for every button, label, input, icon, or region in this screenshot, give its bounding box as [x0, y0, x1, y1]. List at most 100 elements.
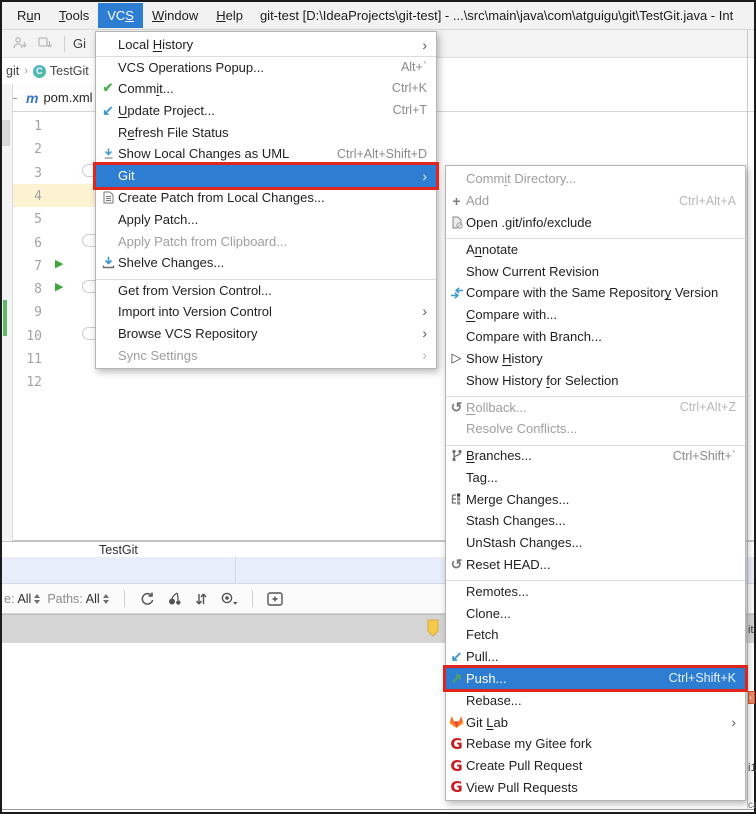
menu-item-shelve-changes[interactable]: Shelve Changes...	[96, 252, 436, 274]
menu-item-apply-patch-from-clipboard[interactable]: Apply Patch from Clipboard...	[96, 230, 436, 252]
menu-item-merge-changes[interactable]: Merge Changes...	[446, 488, 745, 510]
menu-item-label: Push...	[466, 671, 506, 686]
menu-item-push[interactable]: ↗Push...Ctrl+Shift+K	[446, 668, 745, 690]
menu-item-show-history-for-selection[interactable]: Show History for Selection	[446, 369, 745, 391]
menu-item-view-pull-requests[interactable]: GView Pull Requests	[446, 777, 745, 799]
sort-icon[interactable]	[195, 592, 207, 606]
menu-item-label: Show Local Changes as UML	[118, 146, 289, 161]
line-number: 10	[26, 325, 42, 348]
menu-item-show-history[interactable]: ▷︎Show History	[446, 347, 745, 369]
menu-item-annotate[interactable]: Annotate	[446, 238, 745, 260]
cherry-pick-icon[interactable]	[167, 592, 183, 606]
menu-item-rollback[interactable]: ↺Rollback...Ctrl+Alt+Z	[446, 396, 745, 418]
menu-item-reset-head[interactable]: ↺Reset HEAD...	[446, 554, 745, 576]
spinner-arrows-icon[interactable]	[103, 594, 109, 604]
menu-item-label: Update Project...	[118, 103, 215, 118]
menu-item-compare-with-branch[interactable]: Compare with Branch...	[446, 326, 745, 348]
menu-item-label: Fetch	[466, 627, 499, 642]
menu-item-compare-with-the-same-repository-version[interactable]: Compare with the Same Repository Version	[446, 282, 745, 304]
menu-item-get-from-version-control[interactable]: Get from Version Control...	[96, 279, 436, 301]
menu-item-update-project[interactable]: ↙Update Project...Ctrl+T	[96, 99, 436, 121]
menu-item-compare-with[interactable]: Compare with...	[446, 304, 745, 326]
menu-item-git-lab[interactable]: Git Lab›	[446, 711, 745, 733]
menu-item-create-patch-from-local-changes[interactable]: Create Patch from Local Changes...	[96, 187, 436, 209]
uml-icon	[98, 147, 118, 160]
eye-icon[interactable]	[219, 592, 238, 605]
run-line-icon[interactable]: ▶	[55, 280, 63, 293]
filter-value-e[interactable]: All	[17, 592, 31, 606]
patch-icon	[98, 191, 118, 204]
vcs-commit-icon[interactable]	[37, 36, 53, 51]
add-icon: +	[447, 193, 466, 209]
menu-item-label: Commit...	[118, 81, 174, 96]
menu-item-commit[interactable]: ✔Commit...Ctrl+K	[96, 78, 436, 100]
menu-item-label: Tag...	[466, 470, 498, 485]
menu-item-rebase-my-gitee-fork[interactable]: GRebase my Gitee fork	[446, 733, 745, 755]
menu-item-add[interactable]: +AddCtrl+Alt+A	[446, 190, 745, 212]
gitee-icon: G	[447, 778, 466, 796]
menu-item-open-git-info-exclude[interactable]: Open .git/info/exclude	[446, 212, 745, 234]
menu-item-shortcut: Ctrl+Alt+A	[679, 194, 736, 208]
menu-item-fetch[interactable]: Fetch	[446, 624, 745, 646]
vcs-update-icon[interactable]	[12, 36, 28, 51]
menu-item-resolve-conflicts[interactable]: Resolve Conflicts...	[446, 418, 745, 440]
compare-icon	[447, 287, 466, 299]
menu-item-label: Reset HEAD...	[466, 557, 551, 572]
tool-tab-testgit[interactable]: TestGit	[99, 543, 138, 557]
line-number: 4	[34, 185, 42, 208]
menu-item-label: Sync Settings	[118, 348, 198, 363]
menu-item-create-pull-request[interactable]: GCreate Pull Request	[446, 755, 745, 777]
menu-item-shortcut: Ctrl+K	[392, 81, 427, 95]
menu-item-remotes[interactable]: Remotes...	[446, 580, 745, 602]
filter-value-paths[interactable]: All	[86, 592, 100, 606]
class-icon: C	[33, 65, 46, 78]
scrollbar-thumb[interactable]	[2, 120, 10, 146]
push-icon: ↗	[447, 670, 466, 687]
spinner-arrows-icon[interactable]	[34, 594, 40, 604]
menu-item-vcs-operations-popup[interactable]: VCS Operations Popup...Alt+`	[96, 56, 436, 78]
menu-item-commit-directory[interactable]: Commit Directory...	[446, 168, 745, 190]
menu-item-tag[interactable]: Tag...	[446, 466, 745, 488]
tag-icon	[426, 619, 440, 643]
pull-icon: ↙	[447, 648, 466, 665]
menubar-item-run[interactable]: Run	[8, 3, 50, 28]
refresh-icon[interactable]	[139, 592, 155, 606]
breadcrumb-project[interactable]: git	[6, 64, 19, 78]
menubar-item-tools[interactable]: Tools	[50, 3, 98, 28]
line-number: 6	[34, 232, 42, 255]
menu-item-import-into-version-control[interactable]: Import into Version Control›	[96, 301, 436, 323]
menu-item-browse-vcs-repository[interactable]: Browse VCS Repository›	[96, 322, 436, 344]
menu-item-unstash-changes[interactable]: UnStash Changes...	[446, 532, 745, 554]
vcs-menu: Local History›VCS Operations Popup...Alt…	[95, 31, 437, 369]
menu-item-show-local-changes-as-uml[interactable]: Show Local Changes as UMLCtrl+Alt+Shift+…	[96, 143, 436, 165]
menu-bar: RunToolsVCSWindowHelp git-test [D:\IdeaP…	[2, 2, 754, 30]
menu-item-git[interactable]: Git›	[96, 165, 436, 187]
new-window-icon[interactable]	[267, 592, 283, 606]
fold-marker	[82, 164, 96, 177]
menu-item-pull[interactable]: ↙Pull...	[446, 646, 745, 668]
submenu-arrow-icon: ›	[422, 169, 427, 183]
tab-pom-xml[interactable]: m pom.xml	[20, 84, 102, 111]
fold-marker	[82, 280, 96, 293]
menu-item-apply-patch[interactable]: Apply Patch...	[96, 208, 436, 230]
menu-item-label: Commit Directory...	[466, 171, 576, 186]
filter-separator	[252, 590, 253, 607]
menu-item-local-history[interactable]: Local History›	[96, 34, 436, 56]
menu-item-rebase[interactable]: Rebase...	[446, 689, 745, 711]
breadcrumb-file[interactable]: TestGit	[50, 64, 89, 78]
log-column-divider	[235, 557, 237, 583]
menubar-item-window[interactable]: Window	[143, 3, 207, 28]
menu-item-branches[interactable]: Branches...Ctrl+Shift+`	[446, 445, 745, 467]
menu-item-label: Remotes...	[466, 584, 529, 599]
run-line-icon[interactable]: ▶	[55, 257, 63, 270]
menubar-item-vcs[interactable]: VCS	[98, 3, 143, 28]
menu-item-clone[interactable]: Clone...	[446, 602, 745, 624]
menubar-item-help[interactable]: Help	[207, 3, 252, 28]
menu-item-stash-changes[interactable]: Stash Changes...	[446, 510, 745, 532]
line-number: 5	[34, 208, 42, 231]
menu-item-sync-settings[interactable]: Sync Settings›	[96, 344, 436, 366]
menu-item-label: Branches...	[466, 448, 532, 463]
menu-item-show-current-revision[interactable]: Show Current Revision	[446, 260, 745, 282]
menu-item-refresh-file-status[interactable]: Refresh File Status	[96, 121, 436, 143]
tab-label: pom.xml	[43, 90, 92, 105]
